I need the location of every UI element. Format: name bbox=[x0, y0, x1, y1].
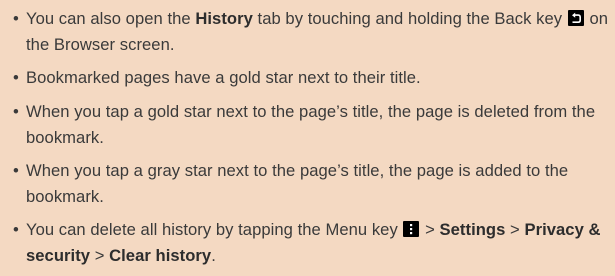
tip-history-tab: • You can also open the History tab by to… bbox=[13, 6, 611, 58]
bullet: • bbox=[13, 9, 19, 28]
menu-key-icon bbox=[403, 221, 420, 237]
bullet: • bbox=[13, 220, 19, 239]
tip-text: You can also open the bbox=[26, 9, 196, 28]
tip-bookmark-star: • Bookmarked pages have a gold star next … bbox=[13, 65, 611, 91]
tip-text: When you tap a gold star next to the pag… bbox=[26, 102, 596, 147]
tip-text: > bbox=[420, 220, 440, 239]
tip-text: > bbox=[90, 246, 110, 265]
history-label: History bbox=[195, 9, 253, 28]
tip-text: . bbox=[211, 246, 216, 265]
tip-text: > bbox=[505, 220, 525, 239]
tip-text: You can delete all history by tapping th… bbox=[26, 220, 403, 239]
bullet: • bbox=[13, 161, 19, 180]
tip-gray-star: • When you tap a gray star next to the pa… bbox=[13, 158, 611, 210]
tip-text: tab by touching and holding the Back key bbox=[252, 9, 567, 28]
tip-text: When you tap a gray star next to the pag… bbox=[26, 161, 569, 206]
bullet: • bbox=[13, 68, 19, 87]
tip-gold-star: • When you tap a gold star next to the pa… bbox=[13, 99, 611, 151]
bullet: • bbox=[13, 102, 19, 121]
clear-history-label: Clear history bbox=[109, 246, 212, 265]
tip-clear-history: • You can delete all history by tapping t… bbox=[13, 217, 611, 269]
settings-label: Settings bbox=[439, 220, 506, 239]
tips-list: • You can also open the History tab by to… bbox=[13, 6, 611, 276]
back-key-icon bbox=[567, 10, 584, 26]
tip-text: Bookmarked pages have a gold star next t… bbox=[26, 68, 421, 87]
